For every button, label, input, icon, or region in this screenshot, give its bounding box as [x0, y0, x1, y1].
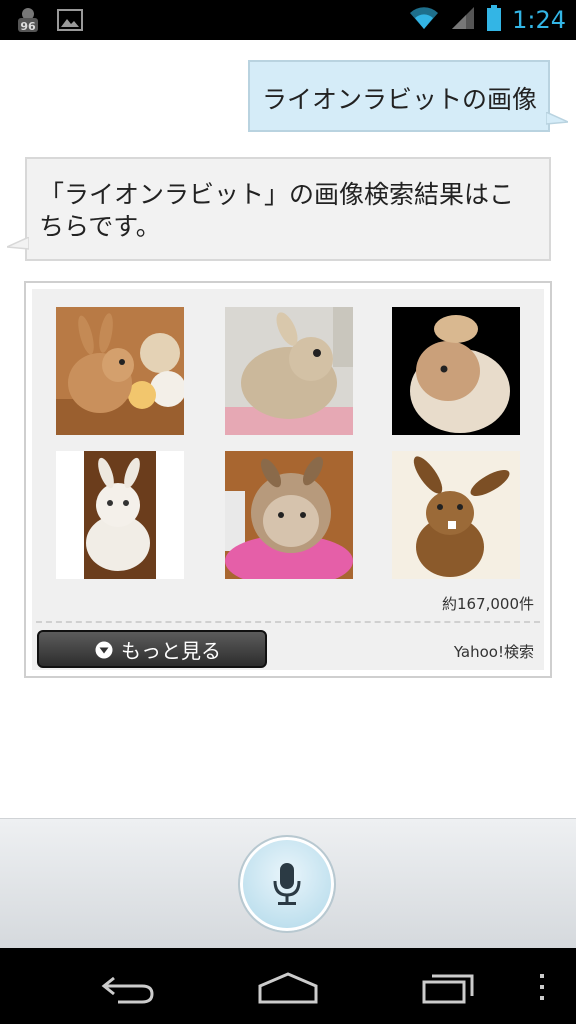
clock: 1:24 — [512, 6, 566, 34]
assistant-reply-text: 「ライオンラビット」の画像検索結果はこちらです。 — [39, 180, 515, 241]
overflow-menu-icon[interactable] — [536, 970, 548, 1008]
gallery-icon — [56, 6, 84, 34]
image-search-result-card: 約167,000件 もっと見る Yahoo!検索 — [24, 281, 552, 678]
voice-input-panel — [0, 818, 576, 948]
assistant-reply-bubble: 「ライオンラビット」の画像検索結果はこちらです。 — [7, 157, 551, 261]
user-query-bubble[interactable]: ライオンラビットの画像 — [248, 60, 568, 132]
back-icon[interactable] — [98, 970, 158, 1008]
battery-icon — [486, 4, 502, 36]
result-count: 約167,000件 — [441, 595, 534, 613]
user-query-text: ライオンラビットの画像 — [262, 85, 538, 114]
bubble-tail — [7, 237, 29, 250]
show-more-label: もっと見る — [121, 638, 221, 663]
signal-icon — [450, 5, 476, 35]
show-more-button[interactable]: もっと見る — [37, 630, 267, 668]
notification-badge-text: 96 — [20, 20, 36, 33]
white-rabbit-image[interactable] — [56, 451, 184, 579]
brown-rabbit-image[interactable] — [392, 451, 520, 579]
home-icon[interactable] — [256, 970, 320, 1008]
status-bar: 96 1:24 — [0, 0, 576, 40]
rabbit-on-black-image[interactable] — [392, 307, 520, 435]
navigation-bar — [0, 948, 576, 1024]
divider — [36, 621, 540, 623]
recent-apps-icon[interactable] — [420, 970, 480, 1008]
chevron-down-icon — [95, 641, 113, 659]
rabbit-with-toys-image[interactable] — [56, 307, 184, 435]
notification-badge-icon: 96 — [14, 6, 42, 34]
wifi-icon — [408, 5, 440, 35]
shaggy-rabbit-image[interactable] — [225, 451, 353, 579]
search-source-link[interactable]: Yahoo!検索 — [454, 641, 534, 662]
microphone-button[interactable] — [238, 835, 336, 933]
bubble-tail — [546, 112, 568, 125]
microphone-icon — [273, 863, 301, 905]
fluffy-rabbit-image[interactable] — [225, 307, 353, 435]
